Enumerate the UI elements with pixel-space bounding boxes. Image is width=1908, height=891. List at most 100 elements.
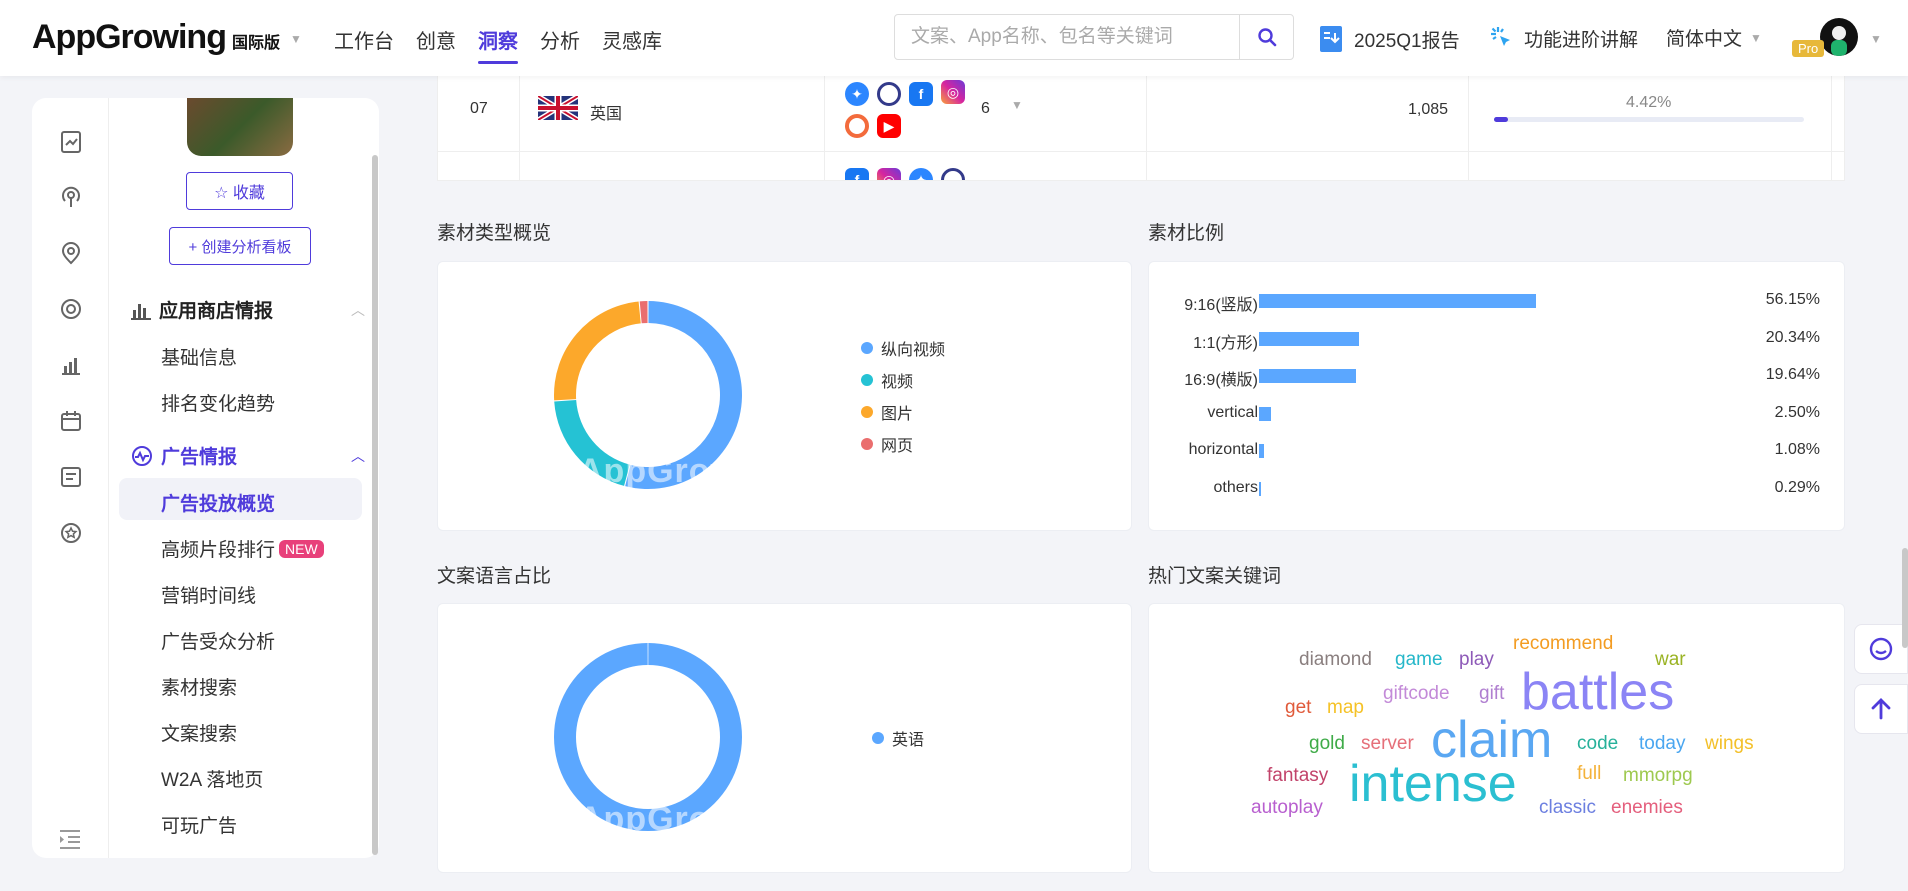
keyword[interactable]: play bbox=[1459, 650, 1494, 669]
broadcast-icon[interactable] bbox=[58, 184, 84, 210]
bar[interactable] bbox=[1259, 406, 1272, 421]
chevron-down-icon[interactable]: ▼ bbox=[290, 32, 302, 46]
bar-chart-icon[interactable] bbox=[58, 352, 84, 378]
collapse-sidebar-icon[interactable] bbox=[58, 828, 82, 850]
menu-item-ad-overview[interactable]: 广告投放概览 bbox=[161, 489, 275, 516]
app-icon-thumbnail bbox=[187, 98, 293, 156]
audience-network-icon bbox=[877, 82, 901, 106]
chevron-down-icon[interactable]: ▼ bbox=[1870, 32, 1882, 46]
search-input[interactable] bbox=[911, 15, 1241, 59]
keyword[interactable]: server bbox=[1361, 734, 1414, 753]
hot-keywords-title: 热门文案关键词 bbox=[1148, 566, 1282, 587]
keyword[interactable]: full bbox=[1577, 764, 1601, 783]
menu-item-label: 高频片段排行 bbox=[161, 540, 276, 561]
keyword[interactable]: autoplay bbox=[1251, 798, 1323, 817]
calendar-icon[interactable] bbox=[58, 408, 84, 434]
bar[interactable] bbox=[1259, 444, 1265, 459]
instagram-icon: ◎ bbox=[941, 80, 965, 104]
nav-workbench[interactable]: 工作台 bbox=[334, 25, 394, 54]
bar[interactable] bbox=[1259, 294, 1537, 308]
legend-item[interactable]: 纵向视频 bbox=[861, 332, 945, 364]
keyword[interactable]: map bbox=[1327, 698, 1364, 717]
bar[interactable] bbox=[1259, 331, 1360, 346]
keyword[interactable]: gold bbox=[1309, 734, 1345, 753]
back-to-top-button[interactable] bbox=[1854, 684, 1908, 734]
material-ratio-bar-chart: 9:16(竖版) 56.15% 1:1(方形) 20.34% 16:9(横版) 19.64… bbox=[1149, 282, 1846, 512]
report-link[interactable]: 2025Q1报告 bbox=[1316, 24, 1460, 54]
star-badge-icon[interactable] bbox=[58, 520, 84, 546]
keyword[interactable]: get bbox=[1285, 698, 1311, 717]
location-pin-icon[interactable] bbox=[58, 240, 84, 266]
section-app-store[interactable]: 应用商店情报 ︿ bbox=[131, 296, 365, 323]
menu-item-copy-search[interactable]: 文案搜索 bbox=[161, 719, 237, 746]
legend-item[interactable]: 网页 bbox=[861, 428, 945, 460]
nav-creative[interactable]: 创意 bbox=[416, 25, 456, 54]
store-icon[interactable] bbox=[58, 464, 84, 490]
chevron-up-icon: ︿ bbox=[351, 301, 365, 318]
feature-tutorial-link[interactable]: 功能进阶讲解 bbox=[1488, 24, 1638, 52]
menu-item-basic-info[interactable]: 基础信息 bbox=[161, 343, 237, 370]
bar-category-label: horizontal bbox=[1188, 441, 1258, 459]
top-header: AppGrowing国际版 ▼ 工作台 创意 洞察 分析 灵感库 2025Q1报告… bbox=[0, 0, 1908, 76]
sidebar-scrollbar[interactable] bbox=[372, 155, 378, 855]
copy-language-card: AppGrowing 英语 bbox=[437, 603, 1132, 873]
menu-item-high-freq[interactable]: 高频片段排行 NEW bbox=[161, 535, 324, 562]
nav-insight[interactable]: 洞察 bbox=[478, 25, 518, 64]
menu-item-timeline[interactable]: 营销时间线 bbox=[161, 581, 256, 608]
keyword[interactable]: game bbox=[1395, 650, 1443, 669]
bar-category-label: vertical bbox=[1207, 403, 1258, 421]
nav-inspiration[interactable]: 灵感库 bbox=[602, 25, 662, 54]
keyword[interactable]: enemies bbox=[1611, 798, 1683, 817]
uk-flag-icon bbox=[538, 96, 578, 120]
user-avatar[interactable] bbox=[1820, 18, 1858, 56]
app-logo[interactable]: AppGrowing 国际版 ▼ bbox=[32, 18, 302, 57]
chevron-down-icon[interactable]: ▼ bbox=[1011, 98, 1023, 112]
bar-category-label: 9:16(竖版) bbox=[1184, 297, 1258, 314]
keyword[interactable]: diamond bbox=[1299, 650, 1372, 669]
menu-item-creative-search[interactable]: 素材搜索 bbox=[161, 673, 237, 700]
bar[interactable] bbox=[1259, 482, 1261, 496]
section-title: 应用商店情报 bbox=[159, 301, 274, 322]
bar-category-label: others bbox=[1213, 479, 1258, 496]
legend-dot bbox=[861, 406, 873, 418]
target-icon[interactable] bbox=[58, 296, 84, 322]
menu-item-ranking-trend[interactable]: 排名变化趋势 bbox=[161, 389, 275, 416]
create-board-button[interactable]: + 创建分析看板 bbox=[169, 227, 311, 265]
bar-row: others 0.29% bbox=[1149, 470, 1842, 508]
donut-slice-2[interactable] bbox=[554, 301, 641, 401]
keyword[interactable]: fantasy bbox=[1267, 766, 1328, 785]
keyword[interactable]: today bbox=[1639, 734, 1685, 753]
keyword[interactable]: giftcode bbox=[1383, 684, 1450, 703]
menu-item-audience[interactable]: 广告受众分析 bbox=[161, 627, 275, 654]
keyword[interactable]: classic bbox=[1539, 798, 1596, 817]
ad-count-cell: 1,085 bbox=[1408, 101, 1449, 118]
keyword[interactable]: intense bbox=[1349, 758, 1517, 810]
legend-item[interactable]: 英语 bbox=[872, 722, 924, 754]
legend-label: 纵向视频 bbox=[881, 342, 946, 359]
feature-tutorial-label: 功能进阶讲解 bbox=[1524, 29, 1639, 51]
keyword[interactable]: gift bbox=[1479, 684, 1504, 703]
menu-item-playable[interactable]: 可玩广告 bbox=[161, 811, 237, 838]
language-selector[interactable]: 简体中文 ▼ bbox=[1666, 24, 1762, 51]
donut-slice-3[interactable] bbox=[639, 301, 648, 324]
search-button[interactable] bbox=[1239, 15, 1293, 59]
nav-analysis[interactable]: 分析 bbox=[540, 25, 580, 54]
page-scrollbar[interactable] bbox=[1902, 548, 1908, 648]
keyword-word-cloud: diamond game play recommend war get map giftcod… bbox=[1148, 603, 1845, 873]
applovin-icon bbox=[845, 114, 869, 138]
section-ad-intel[interactable]: 广告情报 ︿ bbox=[131, 442, 365, 469]
keyword[interactable]: wings bbox=[1705, 734, 1754, 753]
chat-support-button[interactable] bbox=[1854, 624, 1908, 674]
legend-item[interactable]: 视频 bbox=[861, 364, 945, 396]
legend-item[interactable]: 图片 bbox=[861, 396, 945, 428]
search-icon bbox=[1257, 28, 1276, 47]
sidebar-menu: ☆ 收藏 + 创建分析看板 应用商店情报 ︿ 基础信息 排名变化趋势 广告情报 … bbox=[109, 98, 379, 858]
share-cell: 4.42% bbox=[1626, 94, 1672, 111]
bar[interactable] bbox=[1259, 369, 1357, 384]
menu-item-w2a[interactable]: W2A 落地页 bbox=[161, 765, 263, 792]
keyword[interactable]: mmorpg bbox=[1623, 766, 1693, 785]
clipboard-chart-icon[interactable] bbox=[58, 128, 84, 154]
keyword[interactable]: recommend bbox=[1513, 634, 1613, 653]
keyword[interactable]: code bbox=[1577, 734, 1618, 753]
favorite-button[interactable]: ☆ 收藏 bbox=[186, 172, 293, 210]
